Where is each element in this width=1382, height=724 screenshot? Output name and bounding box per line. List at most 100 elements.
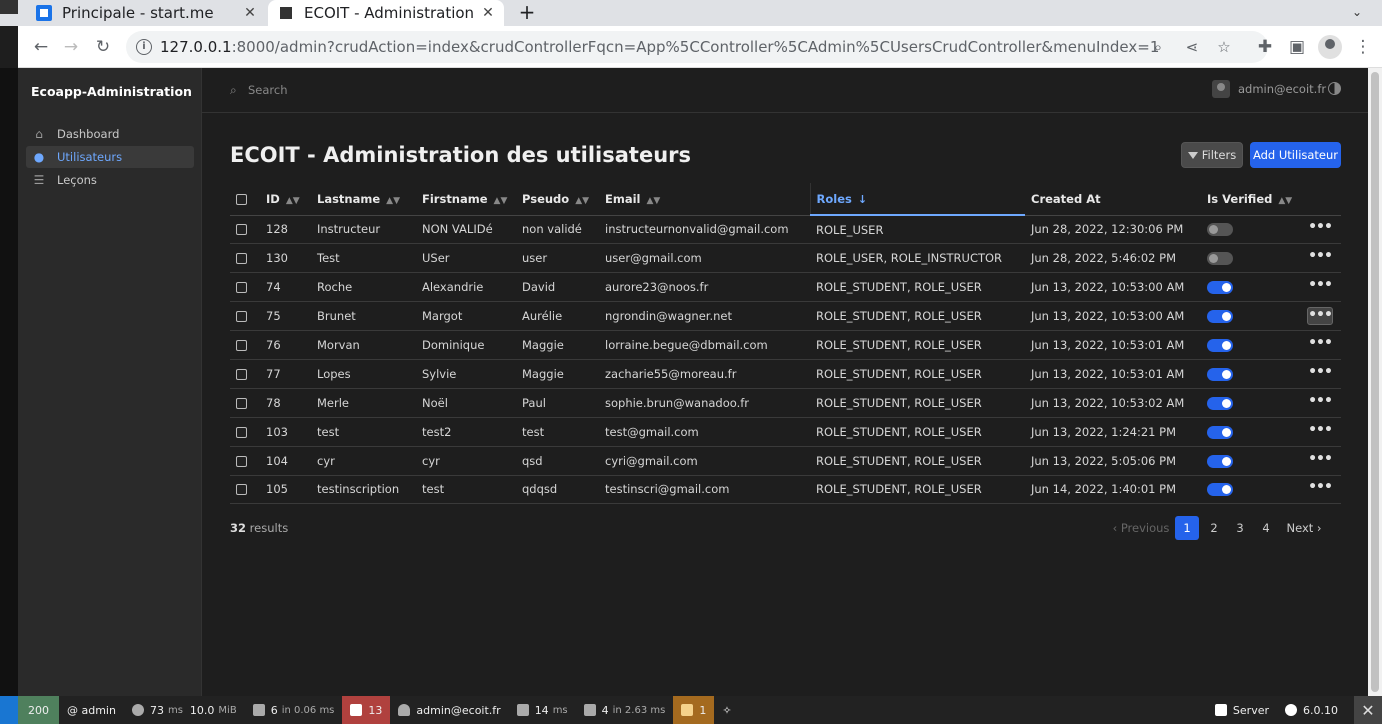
version-item[interactable]: 6.0.10 xyxy=(1277,696,1346,724)
add-utilisateur-button[interactable]: Add Utilisateur xyxy=(1250,142,1341,168)
row-select-cell[interactable] xyxy=(230,417,260,447)
scrollbar-thumb[interactable] xyxy=(1371,72,1379,692)
row-checkbox[interactable] xyxy=(236,253,247,265)
cell-actions[interactable]: ••• xyxy=(1301,272,1341,303)
browser-tab-admin[interactable]: ECOIT - Administration des utilisateurs … xyxy=(268,0,504,26)
row-actions-dots-icon[interactable]: ••• xyxy=(1307,336,1333,354)
cell-actions[interactable]: ••• xyxy=(1301,417,1341,447)
verified-toggle[interactable] xyxy=(1207,339,1233,352)
cell-actions[interactable]: ••• xyxy=(1301,359,1341,389)
row-select-cell[interactable] xyxy=(230,272,260,303)
previous-page-button[interactable]: ‹ Previous xyxy=(1107,516,1175,540)
new-tab-icon[interactable]: + xyxy=(514,0,540,26)
cell-verified[interactable] xyxy=(1201,446,1301,476)
table-row[interactable]: 74 Roche Alexandrie David aurore23@noos.fr RO… xyxy=(230,272,1341,303)
table-row[interactable]: 78 Merle Noël Paul sophie.brun@wanadoo.fr ROL… xyxy=(230,388,1341,418)
select-all-checkbox[interactable] xyxy=(236,193,247,205)
row-actions-dots-icon[interactable]: ••• xyxy=(1307,423,1333,441)
browser-tab-startme[interactable]: Principale - start.me ✕ xyxy=(22,0,266,26)
row-select-cell[interactable] xyxy=(230,446,260,476)
row-select-cell[interactable] xyxy=(230,388,260,418)
cell-verified[interactable] xyxy=(1201,243,1301,274)
cell-actions[interactable]: ••• xyxy=(1301,301,1341,332)
row-actions-dots-icon[interactable]: ••• xyxy=(1307,278,1333,296)
sidebar-item-dashboard[interactable]: ⌂ Dashboard xyxy=(26,123,194,145)
verified-toggle[interactable] xyxy=(1207,483,1233,497)
close-tab-icon[interactable]: ✕ xyxy=(240,5,260,21)
row-actions-dots-icon[interactable]: ••• xyxy=(1307,480,1333,498)
bookmark-star-icon[interactable]: ☆ xyxy=(1214,37,1234,57)
search-input[interactable] xyxy=(248,82,548,98)
row-select-cell[interactable] xyxy=(230,359,260,389)
verified-toggle[interactable] xyxy=(1207,396,1233,410)
cell-email[interactable]: instructeurnonvalid@gmail.com xyxy=(599,215,810,245)
user-menu[interactable]: admin@ecoit.fr xyxy=(1212,80,1326,98)
forward-arrow-icon[interactable]: → xyxy=(60,36,82,58)
row-select-cell[interactable] xyxy=(230,330,260,360)
close-tab-icon[interactable]: ✕ xyxy=(478,5,498,21)
database-item[interactable]: 4 in 2.63 ms xyxy=(576,696,674,724)
sidebar-item-lecons[interactable]: ☰ Leçons xyxy=(26,169,194,191)
cell-verified[interactable] xyxy=(1201,359,1301,389)
column-header-firstname[interactable]: Firstname ▲▼ xyxy=(416,183,516,216)
route-item[interactable]: @ admin xyxy=(59,696,124,724)
reload-icon[interactable]: ↻ xyxy=(92,36,114,58)
row-checkbox[interactable] xyxy=(236,426,247,438)
page-1-button[interactable]: 1 xyxy=(1175,516,1199,540)
row-actions-dots-icon[interactable]: ••• xyxy=(1307,452,1333,470)
cell-email[interactable]: test@gmail.com xyxy=(599,417,810,447)
twig-item[interactable]: 14 ms xyxy=(509,696,576,724)
column-header-pseudo[interactable]: Pseudo ▲▼ xyxy=(516,183,599,216)
row-actions-dots-icon[interactable]: ••• xyxy=(1307,394,1333,412)
page-3-button[interactable]: 3 xyxy=(1227,516,1253,540)
url-text[interactable]: 127.0.0.1:8000/admin?crudAction=index&cr… xyxy=(160,38,1160,56)
column-header-roles[interactable]: Roles ↓ xyxy=(809,183,1025,216)
row-checkbox[interactable] xyxy=(236,311,247,323)
verified-toggle[interactable] xyxy=(1207,281,1233,295)
cell-actions[interactable]: ••• xyxy=(1301,446,1341,476)
theme-toggle-icon[interactable] xyxy=(1328,82,1341,95)
table-row[interactable]: 130 Test USer user user@gmail.com ROLE_USER, … xyxy=(230,243,1341,274)
row-checkbox[interactable] xyxy=(236,455,247,467)
verified-toggle[interactable] xyxy=(1207,223,1233,237)
cell-email[interactable]: cyri@gmail.com xyxy=(599,446,810,476)
column-header-lastname[interactable]: Lastname ▲▼ xyxy=(311,183,416,216)
cell-verified[interactable] xyxy=(1201,475,1301,505)
row-select-cell[interactable] xyxy=(230,215,260,245)
row-actions-dots-icon[interactable]: ••• xyxy=(1307,220,1333,238)
site-info-icon[interactable]: i xyxy=(136,39,152,55)
column-header-id[interactable]: ID ▲▼ xyxy=(260,183,311,216)
row-select-cell[interactable] xyxy=(230,475,260,505)
cell-email[interactable]: zacharie55@moreau.fr xyxy=(599,359,810,389)
table-row[interactable]: 75 Brunet Margot Aurélie ngrondin@wagner.net… xyxy=(230,301,1341,332)
sidebar-item-utilisateurs[interactable]: ● Utilisateurs xyxy=(26,146,194,168)
cell-verified[interactable] xyxy=(1201,301,1301,332)
row-actions-dots-icon[interactable]: ••• xyxy=(1307,307,1333,326)
tab-search-chevron-icon[interactable]: ⌄ xyxy=(1346,0,1368,26)
wand-item[interactable]: ✧ xyxy=(714,696,739,724)
cell-actions[interactable]: ••• xyxy=(1301,388,1341,418)
cell-verified[interactable] xyxy=(1201,388,1301,418)
row-checkbox[interactable] xyxy=(236,397,247,409)
cell-email[interactable]: user@gmail.com xyxy=(599,243,810,274)
verified-toggle[interactable] xyxy=(1207,310,1233,324)
cell-actions[interactable]: ••• xyxy=(1301,215,1341,245)
security-item[interactable]: admin@ecoit.fr xyxy=(390,696,508,724)
cache-item[interactable]: 6 in 0.06 ms xyxy=(245,696,343,724)
table-row[interactable]: 104 cyr cyr qsd cyri@gmail.com ROLE_STUDENT, … xyxy=(230,446,1341,476)
cell-verified[interactable] xyxy=(1201,417,1301,447)
page-scrollbar[interactable] xyxy=(1368,68,1382,696)
cell-verified[interactable] xyxy=(1201,215,1301,245)
verified-toggle[interactable] xyxy=(1207,454,1233,468)
close-toolbar-icon[interactable]: ✕ xyxy=(1354,696,1382,724)
cell-email[interactable]: ngrondin@wagner.net xyxy=(599,301,810,332)
table-row[interactable]: 128 Instructeur NON VALIDé non validé instru… xyxy=(230,215,1341,245)
browser-menu-icon[interactable]: ⋮ xyxy=(1352,36,1374,58)
row-actions-dots-icon[interactable]: ••• xyxy=(1307,249,1333,267)
column-header-created-at[interactable]: Created At xyxy=(1025,183,1201,216)
cell-email[interactable]: lorraine.begue@dbmail.com xyxy=(599,330,810,360)
back-arrow-icon[interactable]: ← xyxy=(30,36,52,58)
table-row[interactable]: 76 Morvan Dominique Maggie lorraine.begue@db… xyxy=(230,330,1341,360)
cell-email[interactable]: testinscri@gmail.com xyxy=(599,475,810,505)
page-4-button[interactable]: 4 xyxy=(1253,516,1279,540)
